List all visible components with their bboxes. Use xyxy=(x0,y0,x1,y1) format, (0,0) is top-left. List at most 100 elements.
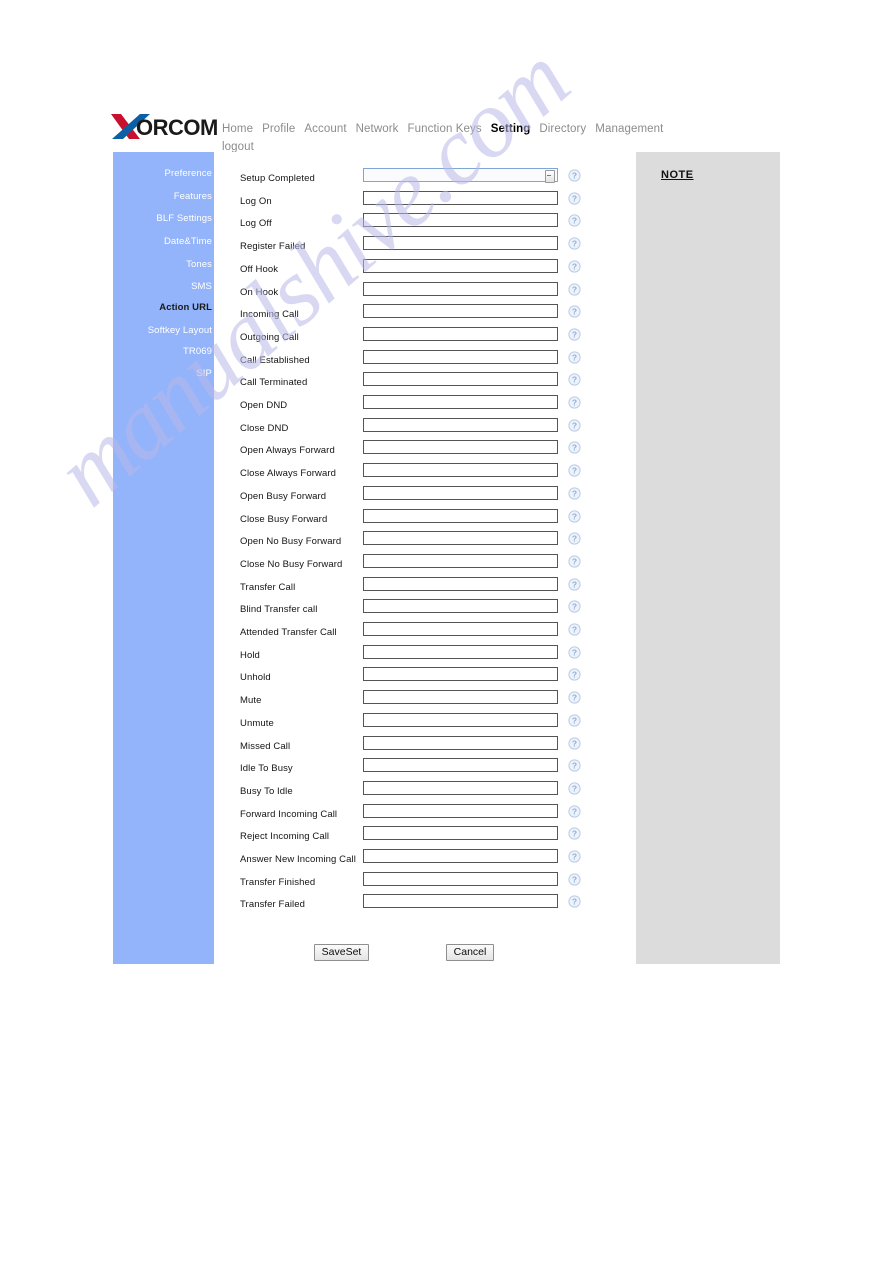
page-root: manualshive.com ORCOM Home Profile Account… xyxy=(0,0,893,1263)
help-question-icon[interactable]: ? xyxy=(568,305,581,318)
nav-item-account[interactable]: Account xyxy=(304,122,346,137)
field-input-unmute[interactable] xyxy=(363,712,558,727)
field-input-busy-to-idle[interactable] xyxy=(363,780,558,795)
help-question-icon[interactable]: ? xyxy=(568,714,581,727)
field-input-transfer-call[interactable] xyxy=(363,576,558,591)
field-input-missed-call[interactable] xyxy=(363,735,558,750)
help-question-icon[interactable]: ? xyxy=(568,668,581,681)
field-input-transfer-failed[interactable] xyxy=(363,894,558,909)
help-question-icon[interactable]: ? xyxy=(568,419,581,432)
main-navigation[interactable]: Home Profile Account Network Function Keys Se… xyxy=(222,120,782,155)
sidebar-item-label: Softkey Layout xyxy=(147,325,212,336)
help-question-icon[interactable]: ? xyxy=(568,691,581,704)
help-question-icon[interactable]: ? xyxy=(568,282,581,296)
nav-item-setting[interactable]: Setting xyxy=(491,122,531,137)
form-row-open-dnd: Open DND? xyxy=(214,395,636,417)
sidebar-item-blf-settings[interactable]: BLF Settings xyxy=(113,213,212,224)
nav-item-profile[interactable]: Profile xyxy=(262,122,295,137)
field-label-on-hook: On Hook xyxy=(240,286,279,298)
help-question-icon[interactable]: ? xyxy=(568,555,581,568)
nav-item-directory[interactable]: Directory xyxy=(539,122,586,137)
field-input-reject-incoming-call[interactable] xyxy=(363,826,558,841)
help-question-icon[interactable]: ? xyxy=(568,169,581,182)
sidebar-item-sms[interactable]: SMS xyxy=(113,281,212,292)
svg-text:?: ? xyxy=(572,693,577,703)
field-input-open-always-forward[interactable] xyxy=(363,440,558,455)
field-input-unhold[interactable] xyxy=(363,667,558,682)
field-input-log-off[interactable] xyxy=(363,213,558,228)
field-input-idle-to-busy[interactable] xyxy=(363,758,558,773)
help-question-icon[interactable]: ? xyxy=(568,623,581,636)
field-input-open-busy-forward[interactable] xyxy=(363,485,558,500)
field-label-setup-completed: Setup Completed xyxy=(240,173,315,184)
field-input-setup-completed[interactable] xyxy=(363,168,558,182)
help-question-icon[interactable]: ? xyxy=(568,350,581,364)
help-question-icon[interactable]: ? xyxy=(568,646,581,659)
sidebar-item-tr069[interactable]: TR069 xyxy=(113,346,212,357)
sidebar-item-preference[interactable]: Preference xyxy=(113,168,212,179)
help-question-icon[interactable]: ? xyxy=(568,736,581,750)
help-question-icon[interactable]: ? xyxy=(568,895,581,908)
field-input-close-always-forward[interactable] xyxy=(363,463,558,478)
note-panel: NOTE xyxy=(636,152,780,964)
field-input-off-hook[interactable] xyxy=(363,258,558,273)
svg-text:?: ? xyxy=(572,715,577,725)
help-question-icon[interactable]: ? xyxy=(568,600,581,613)
sidebar-item-features[interactable]: Features xyxy=(113,191,212,202)
sidebar-item-softkey-layout[interactable]: Softkey Layout xyxy=(113,325,212,336)
field-input-register-failed[interactable] xyxy=(363,236,558,251)
form-row-hold: Hold? xyxy=(214,644,636,667)
help-question-icon[interactable]: ? xyxy=(568,328,581,341)
field-input-close-no-busy-forward[interactable] xyxy=(363,553,558,568)
sidebar-item-sip[interactable]: SIP xyxy=(113,368,212,379)
help-question-icon[interactable]: ? xyxy=(568,373,581,386)
form-row-open-no-busy-forward: Open No Busy Forward? xyxy=(214,531,636,553)
field-input-log-on[interactable] xyxy=(363,190,558,205)
help-question-icon[interactable]: ? xyxy=(568,441,581,454)
field-input-close-busy-forward[interactable] xyxy=(363,508,558,523)
help-question-icon[interactable]: ? xyxy=(568,396,581,409)
sidebar-item-date-time[interactable]: Date&Time xyxy=(113,236,212,247)
saveset-button[interactable]: SaveSet xyxy=(314,944,369,961)
help-question-icon[interactable]: ? xyxy=(568,873,581,886)
svg-text:?: ? xyxy=(572,625,577,635)
help-question-icon[interactable]: ? xyxy=(568,827,581,840)
field-input-call-terminated[interactable] xyxy=(363,372,558,387)
field-input-incoming-call[interactable] xyxy=(363,304,558,319)
cancel-button[interactable]: Cancel xyxy=(446,944,494,961)
help-question-icon[interactable]: ? xyxy=(568,804,581,818)
field-input-blind-transfer-call[interactable] xyxy=(363,599,558,614)
help-question-icon[interactable]: ? xyxy=(568,577,581,591)
help-question-icon[interactable]: ? xyxy=(568,850,581,863)
field-input-open-no-busy-forward[interactable] xyxy=(363,531,558,546)
help-question-icon[interactable]: ? xyxy=(568,260,581,273)
field-input-mute[interactable] xyxy=(363,690,558,705)
field-input-on-hook[interactable] xyxy=(363,281,558,296)
help-question-icon[interactable]: ? xyxy=(568,192,581,205)
help-question-icon[interactable]: ? xyxy=(568,509,581,523)
help-question-icon[interactable]: ? xyxy=(568,487,581,500)
nav-item-network[interactable]: Network xyxy=(356,122,399,137)
field-input-hold[interactable] xyxy=(363,644,558,659)
help-question-icon[interactable]: ? xyxy=(568,782,581,795)
field-input-close-dnd[interactable] xyxy=(363,417,558,432)
help-question-icon[interactable]: ? xyxy=(568,464,581,477)
field-input-transfer-finished[interactable] xyxy=(363,871,558,886)
help-question-icon[interactable]: ? xyxy=(568,532,581,545)
field-input-attended-transfer-call[interactable] xyxy=(363,622,558,636)
field-input-outgoing-call[interactable] xyxy=(363,326,558,341)
help-question-icon[interactable]: ? xyxy=(568,214,581,227)
nav-item-function-keys[interactable]: Function Keys xyxy=(408,122,482,137)
field-input-forward-incoming-call[interactable] xyxy=(363,803,558,818)
field-input-open-dnd[interactable] xyxy=(363,395,558,409)
sidebar-item-action-url[interactable]: Action URL xyxy=(113,302,212,313)
nav-item-management[interactable]: Management xyxy=(595,122,663,137)
form-row-transfer-call: Transfer Call? xyxy=(214,576,636,599)
help-question-icon[interactable]: ? xyxy=(568,759,581,772)
form-row-open-always-forward: Open Always Forward? xyxy=(214,440,636,462)
field-input-call-established[interactable] xyxy=(363,349,558,364)
nav-item-home[interactable]: Home xyxy=(222,122,253,137)
field-input-answer-new-incoming-call[interactable] xyxy=(363,849,558,863)
help-question-icon[interactable]: ? xyxy=(568,237,581,250)
sidebar-item-tones[interactable]: Tones xyxy=(113,259,212,270)
